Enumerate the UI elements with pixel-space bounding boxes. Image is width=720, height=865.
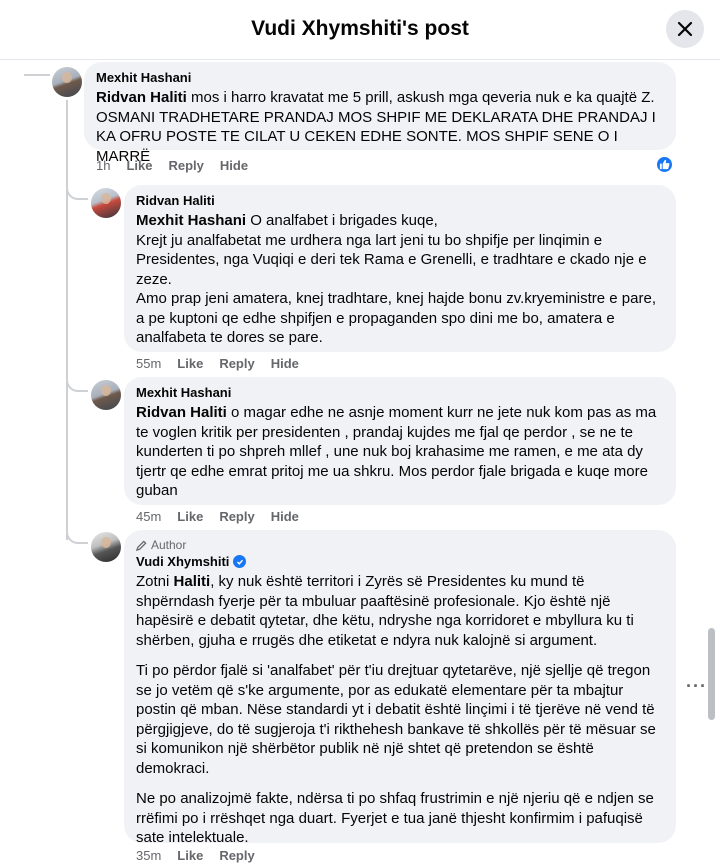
comment-actions: 35m Like Reply bbox=[136, 848, 255, 863]
hide-button[interactable]: Hide bbox=[220, 158, 248, 173]
verified-badge-icon bbox=[233, 555, 247, 568]
mention-link[interactable]: Ridvan Haliti bbox=[96, 89, 187, 106]
comment-author[interactable]: Ridvan Haliti bbox=[136, 193, 664, 208]
dialog-title: Vudi Xhymshiti's post bbox=[251, 17, 469, 40]
avatar[interactable] bbox=[91, 188, 121, 218]
comment-actions: 1h Like Reply Hide bbox=[96, 158, 248, 173]
comment-author[interactable]: Vudi Xhymshiti bbox=[136, 554, 229, 569]
thread-connector bbox=[66, 178, 88, 200]
comment-timestamp[interactable]: 45m bbox=[136, 509, 161, 524]
mention-link[interactable]: Mexhit Hashani bbox=[136, 212, 246, 229]
close-icon bbox=[677, 21, 693, 37]
pencil-icon bbox=[136, 539, 147, 551]
like-button[interactable]: Like bbox=[177, 509, 203, 524]
close-button[interactable] bbox=[666, 10, 704, 48]
like-button[interactable]: Like bbox=[126, 158, 152, 173]
comment-bubble: Mexhit Hashani Ridvan Haliti o magar edh… bbox=[124, 377, 676, 505]
hide-button[interactable]: Hide bbox=[271, 356, 299, 371]
comment-author[interactable]: Mexhit Hashani bbox=[96, 70, 664, 85]
reply-button[interactable]: Reply bbox=[219, 356, 254, 371]
comment-bubble: Author Vudi Xhymshiti Zotni Haliti, ky n… bbox=[124, 530, 676, 846]
comment-text: Zotni Haliti, ky nuk është territori i Z… bbox=[136, 573, 634, 649]
mention-link[interactable]: Ridvan Haliti bbox=[136, 404, 227, 421]
thread-line bbox=[66, 100, 68, 540]
comment-text: Ti po përdor fjalë si 'analfabet' për t'… bbox=[136, 662, 656, 777]
dialog-header: Vudi Xhymshiti's post bbox=[0, 0, 720, 60]
comment-text: Ridvan Haliti mos i harro kravatat me 5 … bbox=[96, 89, 656, 165]
thread-connector bbox=[66, 370, 88, 392]
comment-actions: 45m Like Reply Hide bbox=[136, 509, 299, 524]
mention-link[interactable]: Haliti bbox=[174, 573, 211, 590]
comment-text: Amo prap jeni amatera, knej tradhtare, k… bbox=[136, 290, 656, 346]
comment-actions: 55m Like Reply Hide bbox=[136, 356, 299, 371]
like-button[interactable]: Like bbox=[177, 848, 203, 863]
thread-connector bbox=[24, 60, 50, 76]
comment-text: Krejt ju analfabetat me urdhera nga lart… bbox=[136, 231, 647, 288]
avatar[interactable] bbox=[91, 380, 121, 410]
comment-timestamp[interactable]: 35m bbox=[136, 848, 161, 863]
comment-timestamp[interactable]: 1h bbox=[96, 158, 110, 173]
comment-text: Ridvan Haliti o magar edhe ne asnje mome… bbox=[136, 404, 657, 499]
comment-timestamp[interactable]: 55m bbox=[136, 356, 161, 371]
avatar[interactable] bbox=[91, 532, 121, 562]
scrollbar[interactable] bbox=[708, 628, 715, 720]
comment-text: Ne po analizojmë fakte, ndërsa ti po shf… bbox=[136, 790, 654, 846]
thumbs-up-icon bbox=[659, 159, 670, 170]
comment-author-row: Vudi Xhymshiti bbox=[136, 554, 664, 569]
hide-button[interactable]: Hide bbox=[271, 509, 299, 524]
reply-button[interactable]: Reply bbox=[219, 848, 254, 863]
reply-button[interactable]: Reply bbox=[219, 509, 254, 524]
comment-author[interactable]: Mexhit Hashani bbox=[136, 385, 664, 400]
author-badge: Author bbox=[136, 538, 664, 552]
more-options-icon[interactable]: ··· bbox=[686, 676, 707, 697]
reply-button[interactable]: Reply bbox=[168, 158, 203, 173]
like-button[interactable]: Like bbox=[177, 356, 203, 371]
avatar[interactable] bbox=[52, 67, 82, 97]
comment-text: Mexhit Hashani O analfabet i brigades ku… bbox=[136, 212, 438, 229]
author-badge-label: Author bbox=[151, 538, 187, 552]
comment-bubble: Ridvan Haliti Mexhit Hashani O analfabet… bbox=[124, 185, 676, 352]
thread-connector bbox=[66, 520, 88, 544]
comment-bubble: Mexhit Hashani Ridvan Haliti mos i harro… bbox=[84, 62, 676, 165]
reaction-badge[interactable] bbox=[655, 155, 674, 174]
